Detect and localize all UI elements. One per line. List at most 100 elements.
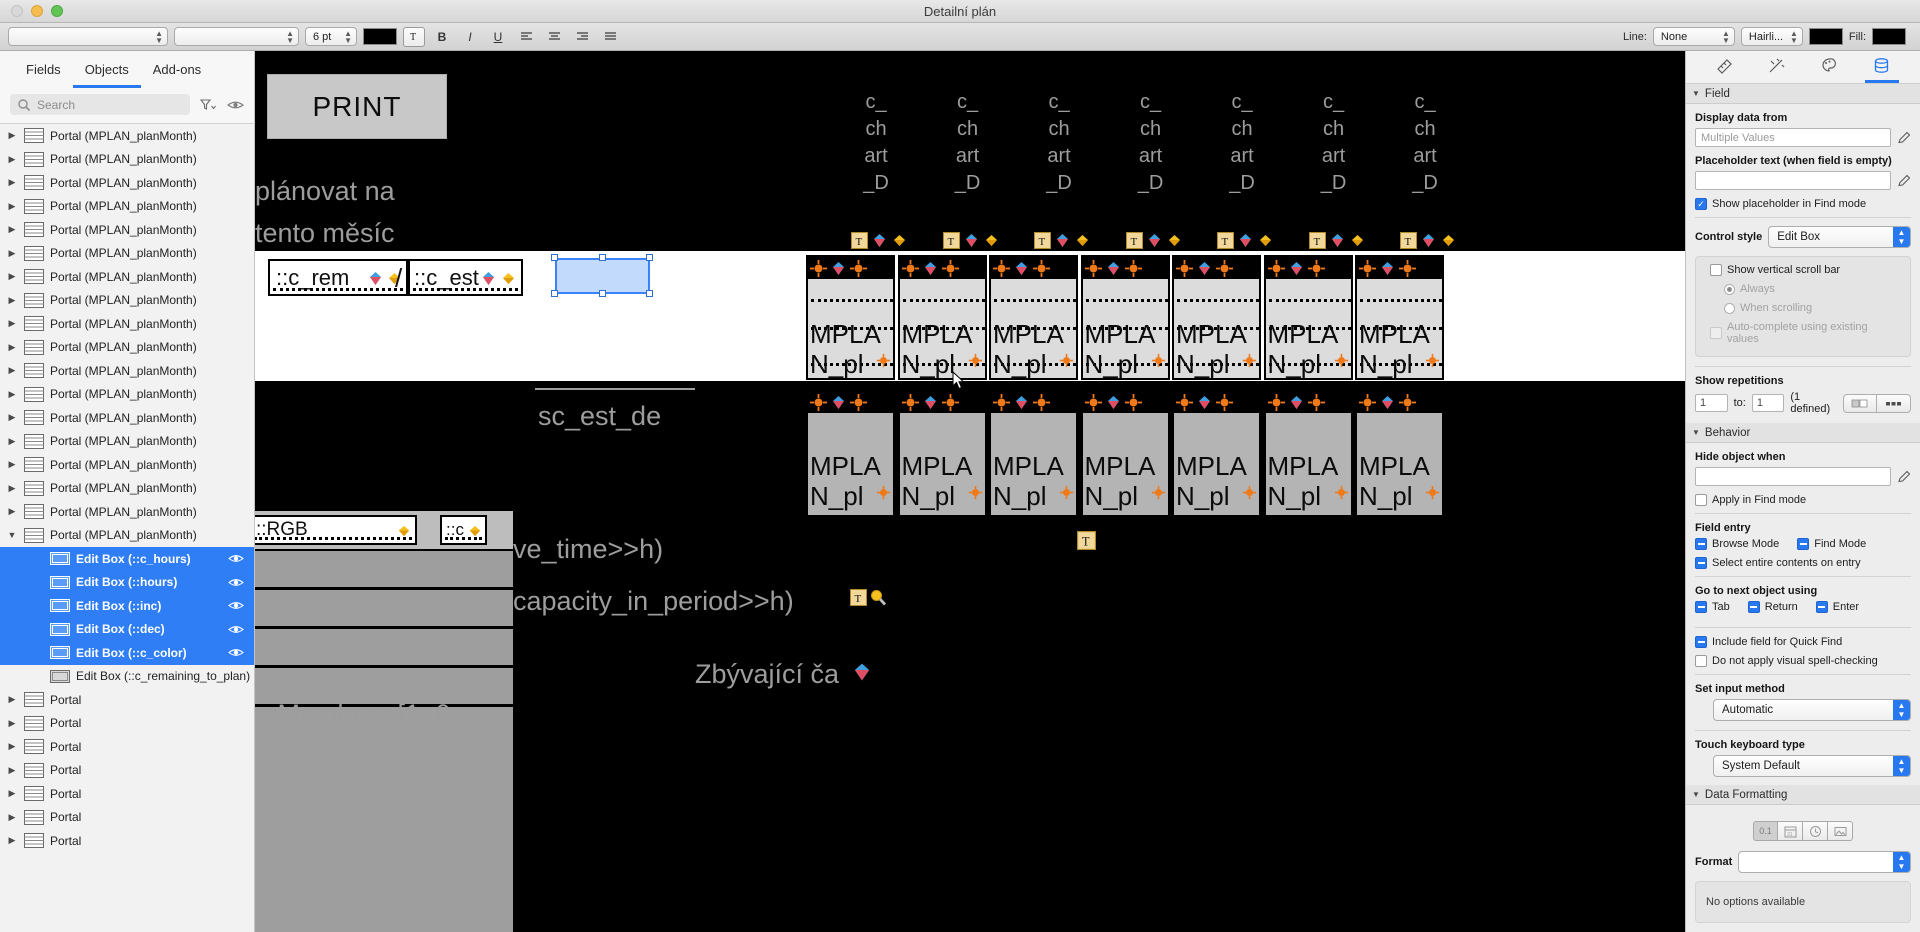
disclosure-triangle-icon[interactable]: ▶ — [6, 248, 18, 259]
list-item-portal[interactable]: ▶ Portal (MPLAN_planMonth) — [0, 500, 254, 524]
disclosure-triangle-icon[interactable]: ▶ — [6, 812, 18, 823]
resize-handle[interactable] — [551, 254, 558, 261]
inspector-tab-position[interactable] — [1707, 52, 1741, 83]
inspector-tab-appearance[interactable] — [1812, 52, 1846, 83]
align-center-button[interactable] — [543, 27, 565, 47]
filter-icon[interactable] — [200, 98, 217, 111]
list-item-portal[interactable]: ▶ Portal (MPLAN_planMonth) — [0, 453, 254, 477]
calc-text-1[interactable]: ve_time>>h) — [513, 534, 663, 565]
portal-column[interactable]: MPLA N_pl — [1172, 255, 1261, 380]
always-row[interactable]: Always — [1704, 283, 1902, 295]
list-item-portal[interactable]: ▶ Portal — [0, 782, 254, 806]
list-item-portal[interactable]: ▶ Portal — [0, 829, 254, 853]
text-color-swatch[interactable] — [363, 28, 397, 45]
format-select[interactable]: ▲ ▼ — [1738, 851, 1911, 873]
portal-column-header[interactable]: c_ ch art _D — [1402, 89, 1448, 197]
disclosure-triangle-icon[interactable]: ▶ — [6, 835, 18, 846]
merge-field-c-est[interactable]: ::c_est — [408, 259, 523, 296]
portal-column[interactable]: MPLA N_pl — [989, 255, 1078, 380]
time-format-button[interactable] — [1803, 821, 1828, 841]
align-justify-button[interactable] — [599, 27, 621, 47]
select-entire-checkbox[interactable] — [1695, 557, 1707, 569]
portal-column-header[interactable]: c_ ch art _D — [945, 89, 991, 197]
disclosure-triangle-icon[interactable]: ▶ — [6, 765, 18, 776]
list-item-portal[interactable]: ▶ Portal — [0, 688, 254, 712]
date-format-button[interactable]: 31 — [1778, 821, 1803, 841]
portal-column-header[interactable]: c_ ch art _D — [1311, 89, 1357, 197]
list-item-portal[interactable]: ▶ Portal — [0, 712, 254, 736]
list-item-portal[interactable]: ▶ Portal — [0, 735, 254, 759]
sc-est-label[interactable]: sc_est_de — [538, 401, 661, 432]
display-data-from-input[interactable]: Multiple Values — [1695, 128, 1891, 147]
enter-key-row[interactable]: Enter — [1815, 601, 1859, 613]
enter-key-checkbox[interactable] — [1815, 601, 1828, 613]
list-item-portal[interactable]: ▶ Portal (MPLAN_planMonth) — [0, 124, 254, 148]
tab-key-checkbox[interactable] — [1695, 601, 1707, 613]
vertical-scrollbar-checkbox[interactable] — [1710, 264, 1722, 276]
print-button-object[interactable]: PRINT — [267, 74, 447, 139]
browse-mode-checkbox[interactable] — [1695, 538, 1707, 550]
touch-keyboard-select[interactable]: System Default ▲ ▼ — [1713, 755, 1911, 777]
underline-button[interactable]: U — [487, 27, 509, 47]
list-item-portal[interactable]: ▼ Portal (MPLAN_planMonth) — [0, 524, 254, 548]
portal-column[interactable]: MPLA N_pl — [1263, 255, 1353, 380]
portal-column[interactable]: MPLA N_pl — [1172, 389, 1261, 517]
list-item-portal[interactable]: ▶ Portal — [0, 759, 254, 783]
list-item-portal[interactable]: ▶ Portal (MPLAN_planMonth) — [0, 148, 254, 172]
list-item-portal[interactable]: ▶ Portal — [0, 806, 254, 830]
disclosure-triangle-icon[interactable]: ▶ — [6, 483, 18, 494]
tab-key-row[interactable]: Tab — [1695, 601, 1730, 613]
portal-column[interactable]: MPLA N_pl — [1263, 389, 1353, 517]
members-label[interactable]: mMembers [1..6, — [255, 699, 458, 730]
portal-column[interactable]: MPLA N_pl — [989, 389, 1078, 517]
list-item-portal[interactable]: ▶ Portal (MPLAN_planMonth) — [0, 430, 254, 454]
list-item-edit-box[interactable]: ▶Edit Box (::dec) — [0, 617, 254, 641]
portal-column[interactable]: MPLA N_pl — [806, 255, 895, 380]
visibility-eye-icon[interactable] — [227, 99, 244, 111]
align-right-button[interactable] — [571, 27, 593, 47]
portal-column[interactable]: MPLA N_pl — [1080, 389, 1170, 517]
disclosure-triangle-icon[interactable]: ▶ — [6, 224, 18, 235]
list-item-portal[interactable]: ▶ Portal (MPLAN_planMonth) — [0, 406, 254, 430]
find-mode-checkbox[interactable] — [1797, 538, 1810, 550]
portal-column[interactable]: MPLA N_pl — [897, 389, 987, 517]
tab-fields[interactable]: Fields — [14, 59, 73, 88]
section-header-behavior[interactable]: ▼ Behavior — [1686, 423, 1920, 443]
input-method-select[interactable]: Automatic ▲ ▼ — [1713, 699, 1911, 721]
font-family-select[interactable]: ▲ ▼ — [8, 27, 168, 46]
list-item-edit-box[interactable]: ▶Edit Box (::hours) — [0, 570, 254, 594]
when-scrolling-row[interactable]: When scrolling — [1704, 302, 1902, 314]
apply-in-find-row[interactable]: Apply in Find mode — [1695, 494, 1911, 506]
data-format-type-segmented[interactable]: 0.1 31 — [1695, 821, 1911, 841]
canvas-text-line-2[interactable]: tento měsíc — [255, 218, 395, 249]
resize-handle[interactable] — [646, 254, 653, 261]
fill-color-swatch[interactable] — [1872, 28, 1906, 45]
show-placeholder-find-row[interactable]: Show placeholder in Find mode — [1695, 198, 1911, 210]
bold-button[interactable]: B — [431, 27, 453, 47]
visibility-eye-icon[interactable] — [228, 600, 244, 611]
disclosure-triangle-icon[interactable]: ▶ — [6, 412, 18, 423]
when-scrolling-radio[interactable] — [1724, 302, 1735, 314]
layout-canvas[interactable]: PRINT plánovat na tento měsíc ::c_rem ::… — [255, 51, 1685, 932]
list-item-portal[interactable]: ▶ Portal (MPLAN_planMonth) — [0, 265, 254, 289]
line-color-swatch[interactable] — [1808, 28, 1843, 45]
disclosure-triangle-icon[interactable]: ▶ — [6, 342, 18, 353]
merge-field-c-rem[interactable]: ::c_rem — [268, 259, 408, 296]
calc-text-2[interactable]: capacity_in_period>>h) — [513, 586, 794, 617]
disclosure-triangle-icon[interactable]: ▶ — [6, 788, 18, 799]
list-item-edit-box[interactable]: ▶Edit Box (::inc) — [0, 594, 254, 618]
edit-pencil-icon[interactable] — [1897, 470, 1911, 484]
spellcheck-checkbox[interactable] — [1695, 655, 1707, 667]
section-header-field[interactable]: ▼ Field — [1686, 84, 1920, 104]
repetition-orientation-segmented[interactable] — [1843, 393, 1911, 413]
control-style-select[interactable]: Edit Box ▲ ▼ — [1768, 226, 1911, 248]
disclosure-triangle-icon[interactable]: ▶ — [6, 365, 18, 376]
repetition-vertical-button[interactable] — [1843, 393, 1877, 413]
show-placeholder-find-checkbox[interactable] — [1695, 198, 1707, 210]
align-left-button[interactable] — [515, 27, 537, 47]
inspector-tab-data[interactable] — [1864, 52, 1899, 83]
find-mode-row[interactable]: Find Mode — [1797, 538, 1866, 550]
hide-object-when-input[interactable] — [1695, 467, 1891, 486]
portal-column[interactable]: MPLA N_pl — [806, 389, 895, 517]
disclosure-triangle-icon[interactable]: ▶ — [6, 201, 18, 212]
